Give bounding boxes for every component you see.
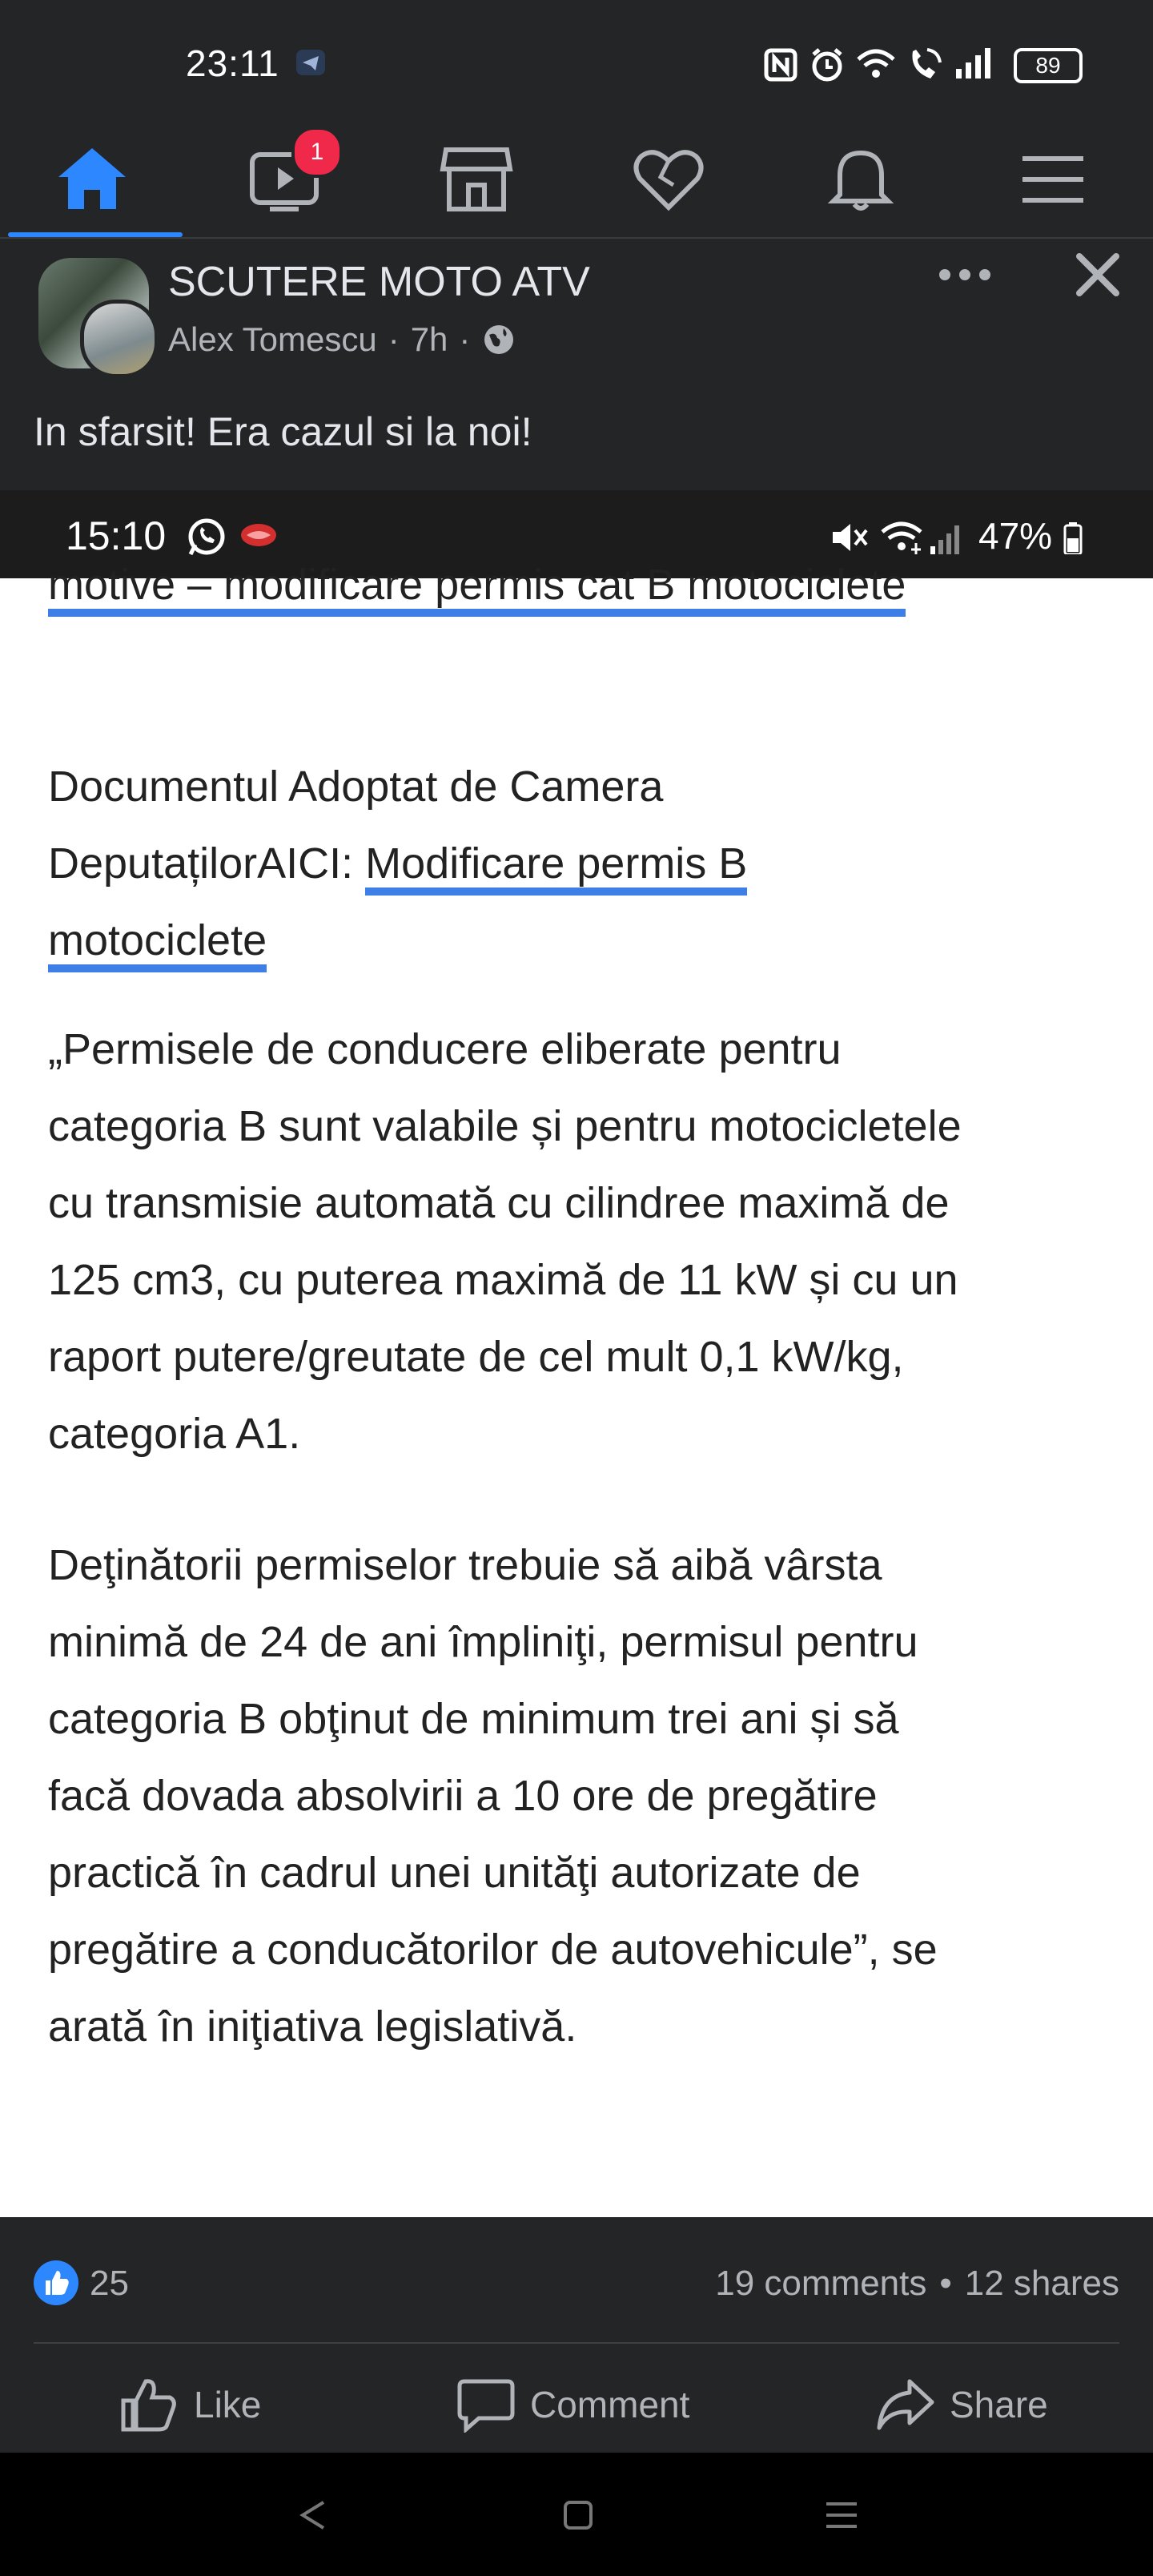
home-button-icon[interactable] — [560, 2498, 596, 2533]
doc-line-3: motociclete — [48, 902, 1121, 979]
active-tab-indicator — [8, 232, 183, 237]
group-name[interactable]: SCUTERE MOTO ATV — [168, 258, 590, 306]
image-battery-icon — [1063, 522, 1083, 554]
p2-line: pregătire a conducătorilor de autovehicu… — [48, 1926, 938, 1974]
paragraph-1: „Permisele de conducere eliberate pentru… — [48, 1011, 1137, 1472]
p1-line: raport putere/greutate de cel mult 0,1 k… — [48, 1333, 904, 1381]
doc-paragraph: Documentul Adoptat de Camera Deputaților… — [48, 748, 1121, 979]
wifi-icon — [857, 49, 895, 78]
home-icon — [58, 148, 126, 209]
p1-line: „Permisele de conducere eliberate pentru — [48, 1025, 842, 1073]
share-label: Share — [950, 2384, 1048, 2425]
nav-notifications[interactable] — [769, 120, 953, 237]
paragraph-2: Deţinătorii permiselor trebuie să aibă v… — [48, 1527, 1137, 2065]
share-button[interactable]: Share — [876, 2371, 1048, 2438]
battery-icon: 89 — [1014, 48, 1083, 83]
p2-line: facă dovada absolvirii a 10 ore de pregă… — [48, 1772, 878, 1820]
p2-line: Deţinătorii permiselor trebuie să aibă v… — [48, 1541, 882, 1589]
like-label: Like — [194, 2384, 262, 2425]
nfc-icon — [764, 48, 797, 82]
cut-line-link: motive – modificare permis cat B motocic… — [48, 561, 906, 617]
thumbs-up-icon — [46, 2271, 69, 2295]
comments-count[interactable]: 19 comments — [715, 2264, 926, 2304]
comment-icon — [457, 2379, 515, 2433]
comment-button[interactable]: Comment — [456, 2371, 689, 2438]
p1-line: cu transmisie automată cu cilindree maxi… — [48, 1179, 950, 1227]
app-notification-icon — [241, 524, 276, 546]
shares-count[interactable]: 12 shares — [965, 2264, 1119, 2304]
recents-icon[interactable] — [823, 2498, 860, 2533]
author-line: Alex Tomescu · 7h · — [168, 320, 516, 359]
author-name[interactable]: Alex Tomescu — [168, 320, 377, 359]
back-icon[interactable] — [296, 2498, 331, 2533]
doc-line-2-prefix: DeputațilorAICI: — [48, 839, 366, 888]
nav-dating[interactable] — [576, 120, 761, 237]
image-signal-icon — [930, 525, 959, 554]
nav-watch[interactable] — [192, 120, 376, 237]
watch-badge: 1 — [291, 127, 343, 178]
p2-line: arată în iniţiativa legislativă. — [48, 2002, 577, 2051]
nav-home[interactable] — [0, 120, 184, 237]
menu-icon — [1022, 156, 1083, 203]
top-nav: 1 — [0, 120, 1153, 239]
cut-line: motive – modificare permis cat B motocic… — [48, 546, 906, 623]
nav-menu[interactable] — [961, 120, 1145, 237]
doc-line-2: DeputațilorAICI: Modificare permis B — [48, 825, 1121, 902]
nav-marketplace[interactable] — [384, 120, 568, 237]
shared-image[interactable]: 15:10 47% motive – modificare permis cat… — [0, 490, 1153, 2217]
bell-icon — [827, 150, 894, 211]
signal-icon — [956, 48, 990, 78]
like-count[interactable]: 25 — [90, 2264, 129, 2304]
battery-level: 89 — [1035, 53, 1061, 78]
p2-line: minimă de 24 de ani împliniţi, permisul … — [48, 1618, 918, 1666]
more-options-icon[interactable] — [937, 255, 993, 295]
doc-link-part-2: motociclete — [48, 916, 267, 972]
store-icon — [440, 147, 513, 211]
comments-shares: 19 comments • 12 shares — [715, 2264, 1119, 2304]
heart-icon — [633, 150, 704, 211]
image-battery-percent: 47% — [978, 515, 1053, 557]
like-button[interactable]: Like — [120, 2371, 261, 2438]
meta-separator: · — [388, 320, 400, 358]
post-text: In sfarsit! Era cazul si la noi! — [34, 409, 532, 454]
group-avatar[interactable] — [38, 258, 159, 378]
stats-separator: • — [939, 2264, 952, 2303]
p2-line: practică în cadrul unei unităţi autoriza… — [48, 1849, 861, 1897]
like-reaction-icon[interactable] — [34, 2260, 78, 2305]
status-time: 23:11 — [186, 42, 279, 84]
telegram-icon — [296, 50, 325, 75]
doc-link-part-1: Modificare permis B — [365, 839, 748, 896]
p1-line: categoria B sunt valabile și pentru moto… — [48, 1102, 962, 1150]
p1-line: 125 cm3, cu puterea maximă de 11 kW și c… — [48, 1256, 958, 1304]
close-icon[interactable] — [1070, 247, 1126, 303]
wifi-call-icon — [912, 48, 942, 78]
meta-separator: · — [459, 320, 471, 358]
post-time[interactable]: 7h — [411, 320, 448, 359]
author-avatar[interactable] — [80, 300, 159, 378]
comment-label: Comment — [530, 2384, 690, 2425]
like-icon — [121, 2379, 176, 2432]
p2-line: categoria B obţinut de minimum trei ani … — [48, 1695, 899, 1743]
globe-icon — [484, 325, 514, 354]
doc-line-1: Documentul Adoptat de Camera — [48, 763, 664, 811]
p1-line: categoria A1. — [48, 1410, 301, 1458]
share-icon — [877, 2379, 934, 2430]
alarm-icon — [812, 48, 842, 82]
